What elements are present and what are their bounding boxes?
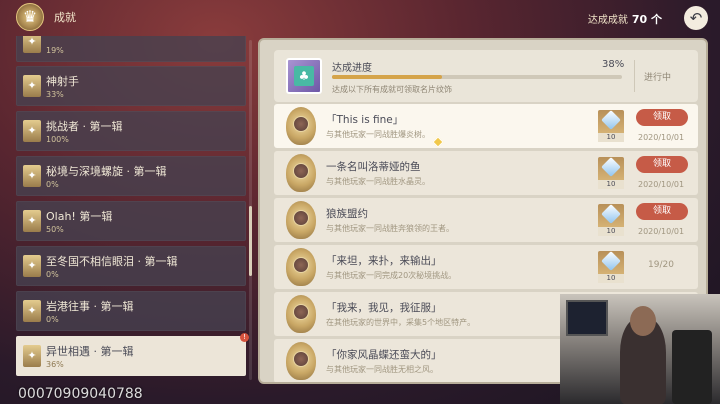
- category-medal-icon: ✦: [23, 120, 41, 142]
- primogem-icon: [601, 157, 621, 177]
- achievement-emblem-icon: ♛: [16, 3, 44, 31]
- achievement-medal-icon: [284, 295, 318, 333]
- achievement-description: 与其他玩家一同完成20次秘境挑战。: [326, 271, 457, 280]
- progress-status: 进行中: [644, 73, 672, 83]
- achievement-title: 「This is fine」: [326, 114, 404, 126]
- category-percent: 50%: [46, 225, 64, 234]
- notice-badge: !: [240, 333, 249, 342]
- category-medal-icon: ✦: [23, 255, 41, 277]
- reward-quantity: 10: [598, 133, 624, 142]
- progress-bar: [332, 75, 622, 79]
- category-percent: 33%: [46, 90, 64, 99]
- category-percent: 19%: [46, 46, 64, 55]
- category-medal-icon: ✦: [23, 210, 41, 232]
- progress-description: 达成以下所有成就可领取名片纹饰: [332, 85, 452, 94]
- category-sidebar: ✦ 19% ✦ 神射手 33% ✦ 挑战者 · 第一辑 100% ✦ 秘境与深境…: [0, 36, 256, 404]
- category-item-selected[interactable]: ✦ 异世相遇 · 第一辑 36% !: [16, 333, 249, 376]
- sidebar-scrollbar-thumb[interactable]: [249, 206, 252, 276]
- achievement-description: 在其他玩家的世界中，采集5个地区特产。: [326, 318, 476, 327]
- category-item[interactable]: ✦ 岩港往事 · 第一辑 0%: [16, 291, 246, 331]
- achievement-description: 与其他玩家一同战胜水晶灵。: [326, 177, 430, 186]
- achievement-count: 达成成就 70 个: [588, 11, 662, 27]
- reward-quantity: 10: [598, 180, 624, 189]
- category-medal-icon: ✦: [23, 75, 41, 97]
- achievement-date: 2020/10/01: [638, 180, 685, 189]
- achievement-row[interactable]: 一条名叫洛蒂娅的鱼 与其他玩家一同战胜水晶灵。 10 领取 2020/10/01: [274, 151, 698, 195]
- category-medal-icon: ✦: [23, 165, 41, 187]
- category-percent: 36%: [46, 360, 64, 369]
- claim-button[interactable]: 领取: [636, 203, 688, 220]
- category-name: 挑战者 · 第一辑: [46, 120, 123, 133]
- primogem-reward: 10: [598, 157, 624, 189]
- back-button[interactable]: ↶: [684, 6, 708, 30]
- achievement-description: 与其他玩家一同战胜爆炎树。: [326, 130, 430, 139]
- category-percent: 100%: [46, 135, 69, 144]
- stream-watermark: 00070909040788: [18, 386, 143, 402]
- category-medal-icon: ✦: [23, 345, 41, 367]
- achievement-title: 「我来，我见，我征服」: [326, 302, 442, 314]
- claim-button[interactable]: 领取: [636, 109, 688, 126]
- achievement-title: 「你家风晶蝶还蛮大的」: [326, 349, 442, 361]
- reward-quantity: 10: [598, 274, 624, 283]
- progress-card: ♣ 达成进度 38% 达成以下所有成就可领取名片纹饰 进行中: [274, 50, 698, 102]
- category-item[interactable]: ✦ 至冬国不相信眼泪 · 第一辑 0%: [16, 246, 246, 286]
- achievement-title: 一条名叫洛蒂娅的鱼: [326, 161, 421, 173]
- achievement-title: 狼族盟约: [326, 208, 368, 220]
- category-item[interactable]: ✦ 神射手 33%: [16, 66, 246, 106]
- category-item[interactable]: ✦ 挑战者 · 第一辑 100%: [16, 111, 246, 151]
- webcam-overlay: [560, 294, 720, 404]
- category-medal-icon: ✦: [23, 36, 41, 53]
- achievement-description: 与其他玩家一同战胜奔狼领的王者。: [326, 224, 454, 233]
- page-title: 成就: [54, 11, 76, 24]
- achievement-row[interactable]: 狼族盟约 与其他玩家一同战胜奔狼领的王者。 10 领取 2020/10/01: [274, 198, 698, 242]
- webcam-monitor: [566, 300, 608, 336]
- category-item[interactable]: ✦ Olah! 第一辑 50%: [16, 201, 246, 241]
- progress-title: 达成进度: [332, 63, 372, 74]
- category-medal-icon: ✦: [23, 300, 41, 322]
- primogem-reward: 10: [598, 110, 624, 142]
- achievement-description: 与其他玩家一同战胜无相之风。: [326, 365, 438, 374]
- achievement-medal-icon: [284, 154, 318, 192]
- achievement-medal-icon: [284, 248, 318, 286]
- achievement-date: 2020/10/01: [638, 227, 685, 236]
- achievement-count-label: 达成成就: [587, 15, 628, 26]
- category-name: 异世相遇 · 第一辑: [46, 345, 134, 358]
- top-bar: ♛ 成就 达成成就 70 个 ↶: [0, 0, 720, 36]
- category-percent: 0%: [46, 270, 59, 279]
- category-item[interactable]: ✦ 19%: [16, 36, 246, 62]
- achievement-medal-icon: [284, 107, 318, 145]
- achievement-row[interactable]: 「This is fine」 与其他玩家一同战胜爆炎树。 10 领取 2020/…: [274, 104, 698, 148]
- category-name: 秘境与深境螺旋 · 第一辑: [46, 165, 167, 178]
- achievement-medal-icon: [284, 342, 318, 380]
- category-percent: 0%: [46, 315, 59, 324]
- achievement-row[interactable]: 「来坦，来扑，来输出」 与其他玩家一同完成20次秘境挑战。 10 19/20: [274, 245, 698, 289]
- webcam-chair: [672, 330, 712, 404]
- divider: [634, 60, 635, 92]
- reward-quantity: 10: [598, 227, 624, 236]
- primogem-reward: 10: [598, 251, 624, 283]
- category-name: 神射手: [46, 75, 79, 88]
- primogem-icon: [601, 110, 621, 130]
- claim-button[interactable]: 领取: [636, 156, 688, 173]
- achievement-medal-icon: [284, 201, 318, 239]
- category-name: Olah! 第一辑: [46, 210, 113, 223]
- category-item[interactable]: ✦ 秘境与深境螺旋 · 第一辑 0%: [16, 156, 246, 196]
- achievement-title: 「来坦，来扑，来输出」: [326, 255, 442, 267]
- namecard-icon: ♣: [286, 58, 322, 94]
- primogem-icon: [601, 251, 621, 271]
- category-percent: 0%: [46, 180, 59, 189]
- achievement-progress: 19/20: [648, 260, 674, 270]
- cursor-icon: [432, 136, 444, 148]
- namecard-emblem-icon: ♣: [294, 66, 314, 86]
- primogem-reward: 10: [598, 204, 624, 236]
- primogem-icon: [601, 204, 621, 224]
- category-name: 至冬国不相信眼泪 · 第一辑: [46, 255, 178, 268]
- achievement-date: 2020/10/01: [638, 133, 685, 142]
- back-arrow-icon: ↶: [689, 9, 703, 27]
- achievement-count-value: 70 个: [631, 13, 662, 26]
- category-name: 岩港往事 · 第一辑: [46, 300, 134, 313]
- progress-bar-fill: [332, 75, 443, 79]
- progress-percent: 38%: [602, 59, 625, 70]
- webcam-person-head: [630, 306, 656, 336]
